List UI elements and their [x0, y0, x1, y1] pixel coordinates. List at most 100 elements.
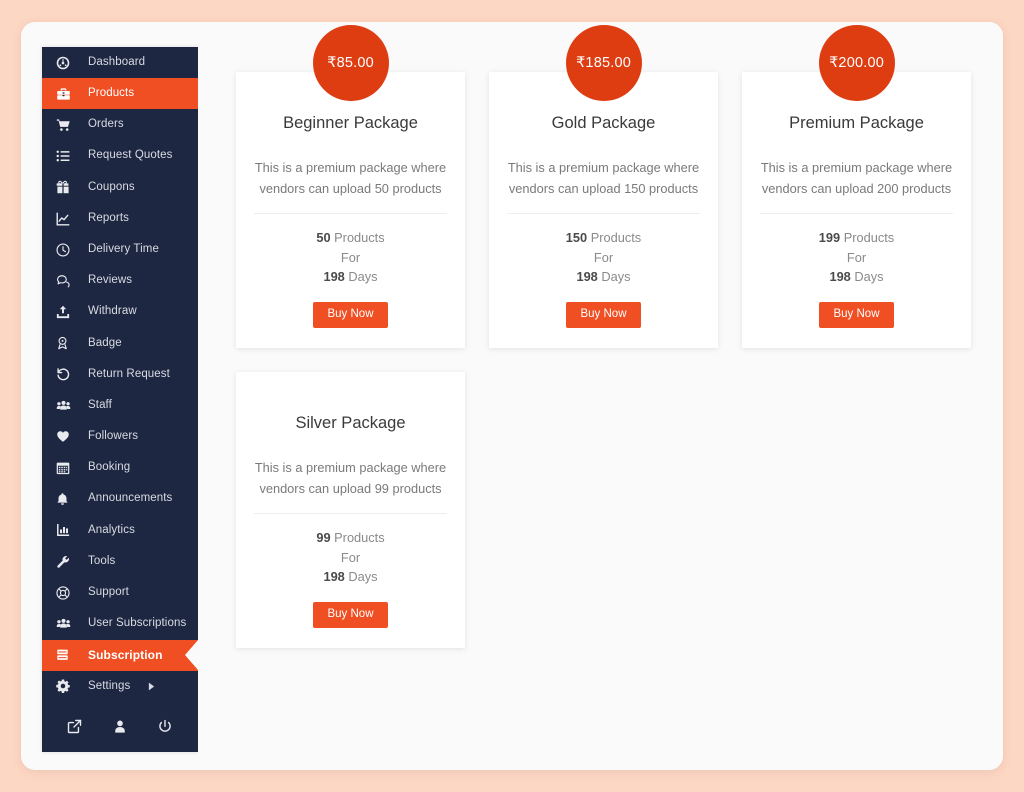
buy-now-button[interactable]: Buy Now [313, 601, 388, 629]
sidebar-item-reports[interactable]: Reports [42, 203, 198, 234]
package-for-label: For [340, 549, 361, 565]
sidebar-item-reviews[interactable]: Reviews [42, 265, 198, 296]
package-days-count: 198 [323, 269, 345, 285]
package-card: ₹85.00 Beginner Package This is a premium … [236, 25, 465, 349]
package-products-label: Products [590, 230, 642, 246]
sidebar-item-dashboard[interactable]: Dashboard [42, 47, 198, 78]
package-card-grid: ₹85.00 Beginner Package This is a premium … [236, 25, 973, 649]
package-card: ₹200.00 Premium Package This is a premium … [742, 25, 971, 349]
sidebar-item-subscription[interactable]: Subscription [42, 639, 198, 671]
package-limits: 150 Products For 198 Days [507, 214, 700, 286]
sidebar-item-announcements[interactable]: Announcements [42, 484, 198, 515]
sidebar-item-label: Products [88, 87, 135, 100]
sidebar-item-withdraw[interactable]: Withdraw [42, 297, 198, 328]
package-products-line: 150 Products [507, 228, 700, 247]
sidebar-item-tools[interactable]: Tools [42, 546, 198, 577]
package-days-line: 198 Days [254, 567, 447, 586]
sidebar-item-label: Withdraw [88, 305, 137, 318]
sidebar-item-label: Tools [88, 554, 116, 567]
package-title: Beginner Package [283, 114, 418, 132]
bell-icon [56, 492, 78, 506]
package-products-count: 99 [316, 530, 331, 546]
sidebar-item-label: Request Quotes [88, 149, 173, 162]
sidebar-item-analytics[interactable]: Analytics [42, 515, 198, 546]
package-days-line: 198 Days [507, 267, 700, 286]
bar-chart-icon [56, 523, 78, 537]
package-limits: 50 Products For 198 Days [254, 214, 447, 286]
chat-bubbles-icon [56, 274, 78, 288]
buy-now-button[interactable]: Buy Now [313, 301, 388, 329]
sidebar-item-booking[interactable]: Booking [42, 452, 198, 483]
package-description: This is a premium package where vendors … [760, 158, 953, 215]
sidebar-item-followers[interactable]: Followers [42, 421, 198, 452]
package-days-count: 198 [829, 269, 851, 285]
speedometer-icon [56, 56, 78, 70]
package-description: This is a premium package where vendors … [254, 158, 447, 215]
sidebar-item-support[interactable]: Support [42, 577, 198, 608]
sidebar-item-badge[interactable]: Badge [42, 328, 198, 359]
sidebar-item-label: Reports [88, 211, 129, 224]
sidebar-item-label: Dashboard [88, 55, 146, 68]
package-products-line: 99 Products [254, 528, 447, 547]
package-products-line: 50 Products [254, 228, 447, 247]
users-group-icon [56, 399, 78, 413]
package-products-label: Products [334, 530, 385, 546]
package-products-label: Products [334, 230, 385, 246]
sidebar-item-settings[interactable]: Settings [42, 671, 198, 702]
app-shell: Dashboard Products Orders Request Quotes Cou… [21, 22, 1003, 770]
sidebar-item-products[interactable]: Products [42, 78, 198, 110]
sidebar-item-label: User Subscriptions [88, 617, 187, 630]
chart-line-icon [56, 212, 78, 226]
briefcase-icon [56, 87, 78, 101]
main-content: ₹85.00 Beginner Package This is a premium … [198, 22, 1003, 770]
shopping-cart-icon [56, 118, 78, 132]
heart-icon [56, 430, 78, 443]
clock-icon [56, 243, 78, 257]
sidebar-item-label: Subscription [88, 648, 163, 663]
package-limits: 199 Products For 198 Days [760, 214, 953, 286]
package-days-line: 198 Days [760, 267, 953, 286]
sidebar-item-label: Support [88, 586, 129, 599]
sidebar-item-staff[interactable]: Staff [42, 390, 198, 421]
sidebar-item-label: Announcements [88, 492, 173, 505]
sidebar-item-user-subscriptions[interactable]: User Subscriptions [42, 608, 198, 639]
sidebar-item-request-quotes[interactable]: Request Quotes [42, 141, 198, 172]
sidebar-item-delivery-time[interactable]: Delivery Time [42, 234, 198, 265]
sidebar-item-label: Booking [88, 461, 131, 474]
wrench-icon [56, 555, 78, 569]
list-icon [56, 149, 78, 163]
server-stack-icon [56, 648, 78, 662]
package-days-label: Days [348, 269, 378, 285]
package-days-line: 198 Days [254, 267, 447, 286]
gift-icon [56, 180, 78, 194]
sidebar-item-orders[interactable]: Orders [42, 109, 198, 140]
sidebar-item-label: Badge [88, 336, 122, 349]
package-days-label: Days [854, 269, 884, 285]
buy-now-button[interactable]: Buy Now [566, 301, 641, 329]
package-for-label: For [846, 249, 867, 265]
sidebar-item-label: Analytics [88, 523, 135, 536]
package-for-label: For [593, 249, 614, 265]
sidebar-item-return-request[interactable]: Return Request [42, 359, 198, 390]
sidebar-item-label: Orders [88, 118, 124, 131]
package-limits: 99 Products For 198 Days [254, 514, 447, 586]
sidebar-item-label: Return Request [88, 367, 170, 380]
package-products-count: 150 [565, 230, 588, 246]
package-products-count: 50 [316, 230, 331, 246]
sidebar-item-label: Coupons [88, 180, 135, 193]
package-days-count: 198 [576, 269, 598, 285]
sidebar: Dashboard Products Orders Request Quotes Cou… [42, 47, 198, 752]
power-off-icon[interactable] [152, 714, 178, 740]
package-for-label: For [340, 249, 361, 265]
package-card: ₹185.00 Gold Package This is a premium pac… [489, 25, 718, 349]
buy-now-button[interactable]: Buy Now [819, 301, 894, 329]
sidebar-item-label: Settings [88, 679, 131, 692]
external-link-icon[interactable] [62, 714, 88, 740]
chevron-right-icon [148, 682, 155, 691]
user-account-icon[interactable] [107, 714, 133, 740]
package-title: Premium Package [789, 114, 924, 132]
sidebar-item-coupons[interactable]: Coupons [42, 172, 198, 203]
sidebar-footer [42, 702, 198, 752]
package-days-label: Days [601, 269, 631, 285]
award-badge-icon [56, 336, 78, 350]
